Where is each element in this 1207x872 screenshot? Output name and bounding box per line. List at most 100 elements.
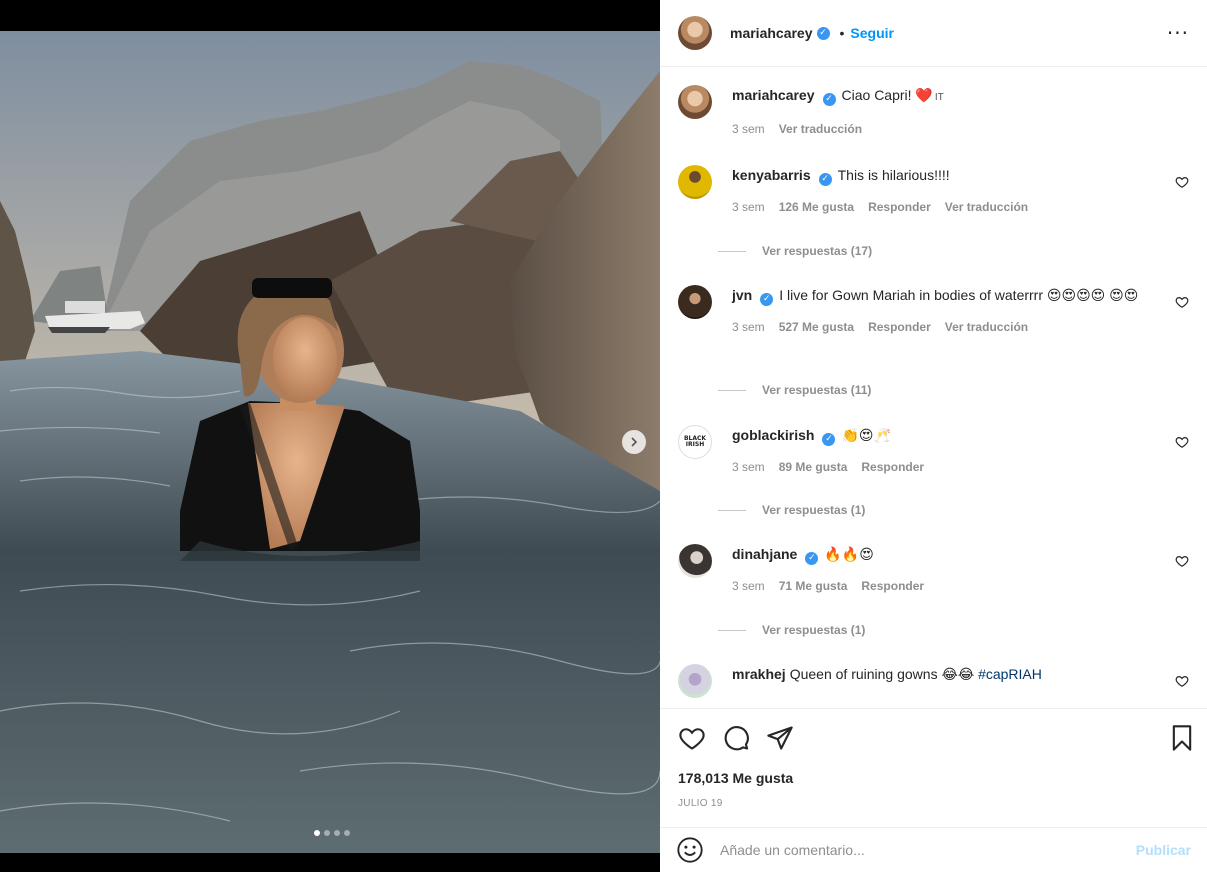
comment-body: mariahcarey ✓ Ciao Capri! ❤️ IT 3 sem Ver t… [732,85,1189,136]
caption: mariahcarey ✓ Ciao Capri! ❤️ IT 3 sem Ver t… [678,85,1189,136]
comment-meta: 3 sem 527 Me gusta Responder Ver traducc… [732,320,1159,334]
translate-link[interactable]: Ver traducción [945,200,1028,214]
comment-time: 3 sem [732,122,765,136]
comment-item: dinahjane ✓ 🔥🔥😍 3 sem 71 Me gusta Responde… [678,544,1189,593]
verified-icon: ✓ [822,432,836,446]
verified-icon: ✓ [760,292,774,306]
comment-text: Queen of ruining gowns 😂😂 [789,666,975,682]
comment-likes[interactable]: 71 Me gusta [779,579,848,593]
follow-button[interactable]: Seguir [850,25,894,41]
verified-icon: ✓ [818,172,832,186]
comment-username[interactable]: kenyabarris [732,167,811,183]
avatar[interactable] [678,544,712,578]
reply-button[interactable]: Responder [861,460,924,474]
author-username[interactable]: mariahcarey [730,25,813,41]
replies-line [718,509,746,511]
author-avatar[interactable] [678,16,712,50]
like-heart-icon[interactable] [678,724,706,752]
comment-input[interactable] [720,842,1136,858]
post-header: mariahcarey ✓ • Seguir ··· [660,0,1207,67]
replies-line [718,389,746,391]
comment-likes[interactable]: 527 Me gusta [779,320,854,334]
publish-button[interactable]: Publicar [1136,842,1191,858]
avatar[interactable] [678,85,712,119]
hashtag-link[interactable]: #capRIAH [978,666,1042,682]
post-date: JULIO 19 [678,798,723,809]
view-replies[interactable]: Ver respuestas (1) [718,623,865,637]
flag-label: IT [934,92,944,103]
carousel-indicator [314,830,350,836]
caption-text: Ciao Capri! ❤️ [841,87,933,103]
comment-meta: 3 sem Ver traducción [732,122,1159,136]
comment-text-line: dinahjane ✓ 🔥🔥😍 [732,544,1159,565]
view-replies-label: Ver respuestas (1) [762,503,866,517]
comment-time: 3 sem [732,459,765,474]
likes-count[interactable]: 178,013 Me gusta [678,770,793,786]
comment-text-line: mrakhej Queen of ruining gowns 😂😂 #capRIA… [732,664,1159,684]
reply-button[interactable]: Responder [861,579,924,593]
share-icon[interactable] [766,724,794,752]
carousel-next-button[interactable] [622,430,646,454]
comment-likes[interactable]: 126 Me gusta [779,200,854,214]
comment-meta: 3 sem 71 Me gusta Responder [732,579,1159,593]
carousel-dot [334,830,340,836]
avatar[interactable]: BLACK IRISH [678,425,712,459]
like-comment-heart-icon[interactable] [1175,295,1189,309]
reply-button[interactable]: Responder [868,200,931,214]
more-options-icon[interactable]: ··· [1167,21,1189,45]
reply-button[interactable]: Responder [868,320,931,334]
photo-scene [0,31,660,853]
comment-body: mrakhej Queen of ruining gowns 😂😂 #capRIA… [732,664,1189,698]
like-comment-heart-icon[interactable] [1175,435,1189,449]
post-side-panel: mariahcarey ✓ • Seguir ··· mariahcarey ✓ C… [660,0,1207,872]
carousel-dot [324,830,330,836]
translate-link[interactable]: Ver traducción [779,122,862,136]
comment-likes[interactable]: 89 Me gusta [779,460,848,474]
comment-text: 🔥🔥😍 [824,546,874,562]
view-replies[interactable]: Ver respuestas (17) [718,244,872,258]
verified-icon: ✓ [822,92,836,106]
comment-username[interactable]: dinahjane [732,546,797,562]
view-replies-label: Ver respuestas (11) [762,383,872,397]
post-actions: 178,013 Me gusta JULIO 19 [660,708,1207,828]
post-photo [0,31,660,853]
emoji-icon[interactable] [676,836,704,864]
comment-username[interactable]: goblackirish [732,427,814,443]
header-separator: • [839,25,845,41]
like-comment-heart-icon[interactable] [1175,674,1189,688]
comment-username[interactable]: mariahcarey [732,87,815,103]
comments-list: mariahcarey ✓ Ciao Capri! ❤️ IT 3 sem Ver t… [660,67,1207,708]
chevron-right-icon [631,437,638,447]
like-comment-heart-icon[interactable] [1175,175,1189,189]
replies-line [718,629,746,631]
author-info: mariahcarey ✓ • Seguir [730,25,894,41]
carousel-dot [314,830,320,836]
verified-icon: ✓ [816,26,830,40]
avatar[interactable] [678,165,712,199]
comment-text: 👏😍🥂 [841,427,891,443]
view-replies[interactable]: Ver respuestas (1) [718,503,865,517]
comment-text-line: goblackirish ✓ 👏😍🥂 [732,425,1159,446]
post-media [0,0,660,872]
comment-text: This is hilarious!!!! [837,167,950,183]
avatar[interactable] [678,285,712,319]
save-bookmark-icon[interactable] [1168,724,1196,752]
comment-item: mrakhej Queen of ruining gowns 😂😂 #capRIA… [678,664,1189,698]
verified-icon: ✓ [805,551,819,565]
view-replies[interactable]: Ver respuestas (11) [718,383,871,397]
goblackirish-logo: BLACK IRISH [683,435,707,448]
comment-item: BLACK IRISH goblackirish ✓ 👏😍🥂 3 sem 89 Me… [678,425,1189,474]
comment-body: jvn ✓ I live for Gown Mariah in bodies of … [732,285,1189,334]
translate-link[interactable]: Ver traducción [945,320,1028,334]
comment-item: jvn ✓ I live for Gown Mariah in bodies of … [678,285,1189,334]
comment-icon[interactable] [722,724,750,752]
avatar[interactable] [678,664,712,698]
comment-text: I live for Gown Mariah in bodies of wate… [779,287,1139,303]
comment-username[interactable]: jvn [732,287,752,303]
comment-body: goblackirish ✓ 👏😍🥂 3 sem 89 Me gusta Respo… [732,425,1189,474]
comment-time: 3 sem [732,199,765,214]
comment-username[interactable]: mrakhej [732,666,786,682]
like-comment-heart-icon[interactable] [1175,554,1189,568]
view-replies-label: Ver respuestas (1) [762,623,866,637]
comment-text-line: kenyabarris ✓ This is hilarious!!!! [732,165,1159,186]
